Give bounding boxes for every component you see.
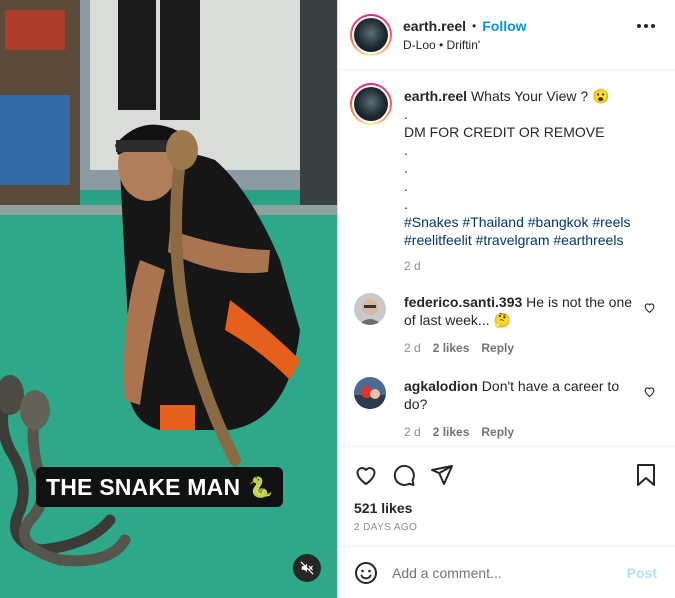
commenter-avatar[interactable] (354, 293, 386, 325)
header-username[interactable]: earth.reel (403, 18, 466, 34)
paper-plane-icon[interactable] (430, 463, 454, 487)
comment-username[interactable]: agkalodion (404, 378, 478, 394)
caption-avatar (354, 87, 388, 121)
post-details-panel: earth.reel • Follow D-Loo • Driftin' ear… (337, 0, 675, 598)
caption-dm-line: DM FOR CREDIT OR REMOVE (404, 124, 605, 140)
post-comment-button[interactable]: Post (627, 565, 657, 581)
bookmark-icon[interactable] (635, 463, 657, 487)
post-header: earth.reel • Follow D-Loo • Driftin' (338, 0, 675, 70)
comment-time: 2 d (404, 425, 421, 439)
overlay-text: THE SNAKE MAN (46, 473, 241, 500)
caption-dot: . (404, 160, 408, 176)
caption-first-line: Whats Your View ? 😮 (470, 88, 610, 104)
comment-heart-icon[interactable] (643, 301, 656, 314)
caption-time: 2 d (404, 259, 421, 273)
snake-emoji: 🐍 (248, 476, 274, 499)
comment-input[interactable]: Add a comment... (392, 565, 627, 581)
commenter-avatar[interactable] (354, 377, 386, 409)
reel-video[interactable]: THE SNAKE MAN 🐍 (0, 0, 337, 598)
caption-dot: . (404, 196, 408, 212)
comment-likes[interactable]: 2 likes (433, 339, 470, 357)
caption-dot: . (404, 106, 408, 122)
video-frame-illustration (0, 0, 337, 598)
comment-likes[interactable]: 2 likes (433, 423, 470, 441)
header-separator: • (472, 18, 477, 33)
post-actions: 521 likes 2 DAYS AGO (338, 446, 675, 546)
comment-heart-icon[interactable] (643, 385, 656, 398)
posted-ago: 2 DAYS AGO (354, 522, 418, 533)
more-horizontal-icon[interactable] (637, 24, 655, 28)
likes-count[interactable]: 521 likes (354, 500, 659, 516)
caption-hashtags-2[interactable]: #reelitfeelit #travelgram #earthreels (404, 231, 664, 249)
follow-button[interactable]: Follow (482, 18, 526, 34)
comment-bubble-icon[interactable] (392, 463, 416, 487)
caption-dot: . (404, 178, 408, 194)
mute-button[interactable] (293, 554, 321, 582)
avatar (354, 17, 388, 52)
audio-track[interactable]: D-Loo • Driftin' (403, 38, 527, 52)
video-overlay-caption: THE SNAKE MAN 🐍 (36, 467, 284, 507)
caption-dot: . (404, 142, 408, 158)
speaker-muted-icon (300, 561, 314, 575)
caption-username[interactable]: earth.reel (404, 88, 467, 104)
heart-icon[interactable] (354, 463, 378, 487)
caption-hashtags-1[interactable]: #Snakes #Thailand #bangkok #reels (404, 213, 664, 231)
story-ring[interactable] (350, 13, 392, 56)
comment-username[interactable]: federico.santi.393 (404, 294, 522, 310)
reply-button[interactable]: Reply (481, 423, 514, 441)
emoji-smiley-icon[interactable] (354, 561, 378, 585)
caption-avatar-ring[interactable] (350, 83, 392, 125)
comments-section[interactable]: earth.reel Whats Your View ? 😮 . DM FOR … (338, 71, 675, 446)
add-comment-bar: Add a comment... Post (338, 546, 675, 598)
reply-button[interactable]: Reply (481, 339, 514, 357)
comment-time: 2 d (404, 341, 421, 355)
